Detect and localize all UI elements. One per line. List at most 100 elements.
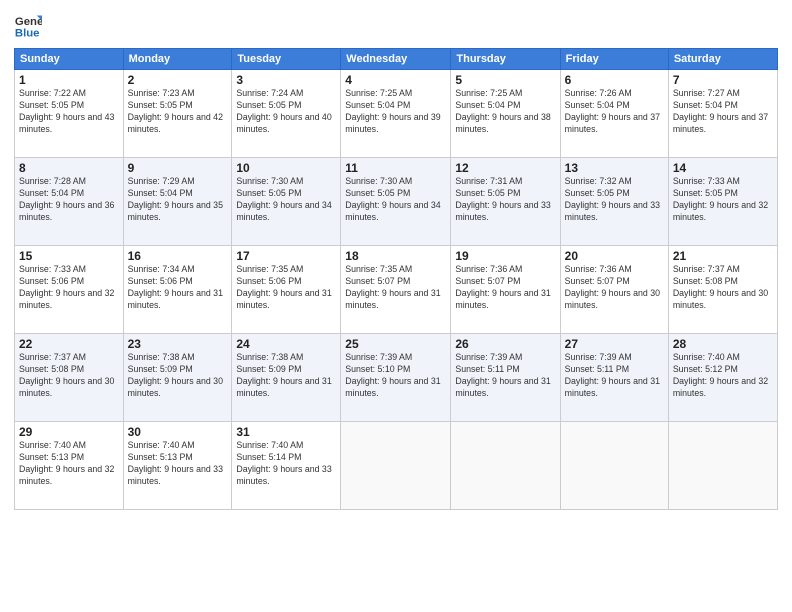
day-number: 15 — [19, 249, 119, 263]
day-cell: 5 Sunrise: 7:25 AMSunset: 5:04 PMDayligh… — [451, 70, 560, 158]
day-detail: Sunrise: 7:39 AMSunset: 5:10 PMDaylight:… — [345, 352, 446, 400]
day-detail: Sunrise: 7:33 AMSunset: 5:06 PMDaylight:… — [19, 264, 119, 312]
svg-text:Blue: Blue — [15, 28, 40, 40]
day-detail: Sunrise: 7:27 AMSunset: 5:04 PMDaylight:… — [673, 88, 773, 136]
day-number: 26 — [455, 337, 555, 351]
page-container: General Blue SundayMondayTuesdayWednesda… — [0, 0, 792, 612]
week-row-1: 1 Sunrise: 7:22 AMSunset: 5:05 PMDayligh… — [15, 70, 778, 158]
weekday-header-sunday: Sunday — [15, 49, 124, 70]
header: General Blue — [14, 12, 778, 40]
day-detail: Sunrise: 7:30 AMSunset: 5:05 PMDaylight:… — [236, 176, 336, 224]
day-cell: 6 Sunrise: 7:26 AMSunset: 5:04 PMDayligh… — [560, 70, 668, 158]
day-cell: 22 Sunrise: 7:37 AMSunset: 5:08 PMDaylig… — [15, 334, 124, 422]
day-detail: Sunrise: 7:32 AMSunset: 5:05 PMDaylight:… — [565, 176, 664, 224]
day-detail: Sunrise: 7:40 AMSunset: 5:13 PMDaylight:… — [128, 440, 228, 488]
day-number: 21 — [673, 249, 773, 263]
day-number: 17 — [236, 249, 336, 263]
day-cell: 11 Sunrise: 7:30 AMSunset: 5:05 PMDaylig… — [341, 158, 451, 246]
day-detail: Sunrise: 7:37 AMSunset: 5:08 PMDaylight:… — [19, 352, 119, 400]
week-row-5: 29 Sunrise: 7:40 AMSunset: 5:13 PMDaylig… — [15, 422, 778, 510]
day-number: 23 — [128, 337, 228, 351]
day-cell: 29 Sunrise: 7:40 AMSunset: 5:13 PMDaylig… — [15, 422, 124, 510]
day-cell: 19 Sunrise: 7:36 AMSunset: 5:07 PMDaylig… — [451, 246, 560, 334]
day-detail: Sunrise: 7:30 AMSunset: 5:05 PMDaylight:… — [345, 176, 446, 224]
day-cell: 17 Sunrise: 7:35 AMSunset: 5:06 PMDaylig… — [232, 246, 341, 334]
day-detail: Sunrise: 7:34 AMSunset: 5:06 PMDaylight:… — [128, 264, 228, 312]
day-cell: 16 Sunrise: 7:34 AMSunset: 5:06 PMDaylig… — [123, 246, 232, 334]
day-detail: Sunrise: 7:36 AMSunset: 5:07 PMDaylight:… — [565, 264, 664, 312]
day-number: 12 — [455, 161, 555, 175]
day-cell: 9 Sunrise: 7:29 AMSunset: 5:04 PMDayligh… — [123, 158, 232, 246]
day-detail: Sunrise: 7:40 AMSunset: 5:14 PMDaylight:… — [236, 440, 336, 488]
day-number: 29 — [19, 425, 119, 439]
day-cell: 13 Sunrise: 7:32 AMSunset: 5:05 PMDaylig… — [560, 158, 668, 246]
day-cell: 1 Sunrise: 7:22 AMSunset: 5:05 PMDayligh… — [15, 70, 124, 158]
day-cell — [341, 422, 451, 510]
day-number: 1 — [19, 73, 119, 87]
day-cell: 18 Sunrise: 7:35 AMSunset: 5:07 PMDaylig… — [341, 246, 451, 334]
day-cell: 15 Sunrise: 7:33 AMSunset: 5:06 PMDaylig… — [15, 246, 124, 334]
day-number: 20 — [565, 249, 664, 263]
day-detail: Sunrise: 7:38 AMSunset: 5:09 PMDaylight:… — [236, 352, 336, 400]
day-number: 27 — [565, 337, 664, 351]
logo: General Blue — [14, 12, 42, 40]
day-number: 6 — [565, 73, 664, 87]
week-row-4: 22 Sunrise: 7:37 AMSunset: 5:08 PMDaylig… — [15, 334, 778, 422]
day-number: 9 — [128, 161, 228, 175]
day-cell: 31 Sunrise: 7:40 AMSunset: 5:14 PMDaylig… — [232, 422, 341, 510]
day-detail: Sunrise: 7:25 AMSunset: 5:04 PMDaylight:… — [345, 88, 446, 136]
day-detail: Sunrise: 7:31 AMSunset: 5:05 PMDaylight:… — [455, 176, 555, 224]
day-number: 4 — [345, 73, 446, 87]
day-cell — [668, 422, 777, 510]
logo-icon: General Blue — [14, 12, 42, 40]
day-number: 25 — [345, 337, 446, 351]
svg-text:General: General — [15, 16, 42, 28]
day-number: 30 — [128, 425, 228, 439]
day-cell: 21 Sunrise: 7:37 AMSunset: 5:08 PMDaylig… — [668, 246, 777, 334]
day-number: 8 — [19, 161, 119, 175]
day-cell: 26 Sunrise: 7:39 AMSunset: 5:11 PMDaylig… — [451, 334, 560, 422]
day-cell: 30 Sunrise: 7:40 AMSunset: 5:13 PMDaylig… — [123, 422, 232, 510]
day-cell: 7 Sunrise: 7:27 AMSunset: 5:04 PMDayligh… — [668, 70, 777, 158]
day-cell: 28 Sunrise: 7:40 AMSunset: 5:12 PMDaylig… — [668, 334, 777, 422]
day-detail: Sunrise: 7:33 AMSunset: 5:05 PMDaylight:… — [673, 176, 773, 224]
day-cell: 14 Sunrise: 7:33 AMSunset: 5:05 PMDaylig… — [668, 158, 777, 246]
day-detail: Sunrise: 7:29 AMSunset: 5:04 PMDaylight:… — [128, 176, 228, 224]
week-row-3: 15 Sunrise: 7:33 AMSunset: 5:06 PMDaylig… — [15, 246, 778, 334]
day-detail: Sunrise: 7:39 AMSunset: 5:11 PMDaylight:… — [565, 352, 664, 400]
day-cell: 10 Sunrise: 7:30 AMSunset: 5:05 PMDaylig… — [232, 158, 341, 246]
day-cell: 23 Sunrise: 7:38 AMSunset: 5:09 PMDaylig… — [123, 334, 232, 422]
day-detail: Sunrise: 7:23 AMSunset: 5:05 PMDaylight:… — [128, 88, 228, 136]
day-detail: Sunrise: 7:39 AMSunset: 5:11 PMDaylight:… — [455, 352, 555, 400]
weekday-header-monday: Monday — [123, 49, 232, 70]
day-detail: Sunrise: 7:37 AMSunset: 5:08 PMDaylight:… — [673, 264, 773, 312]
day-detail: Sunrise: 7:35 AMSunset: 5:07 PMDaylight:… — [345, 264, 446, 312]
day-cell: 25 Sunrise: 7:39 AMSunset: 5:10 PMDaylig… — [341, 334, 451, 422]
day-number: 10 — [236, 161, 336, 175]
day-number: 5 — [455, 73, 555, 87]
day-detail: Sunrise: 7:35 AMSunset: 5:06 PMDaylight:… — [236, 264, 336, 312]
day-detail: Sunrise: 7:25 AMSunset: 5:04 PMDaylight:… — [455, 88, 555, 136]
day-cell: 2 Sunrise: 7:23 AMSunset: 5:05 PMDayligh… — [123, 70, 232, 158]
day-number: 19 — [455, 249, 555, 263]
day-number: 24 — [236, 337, 336, 351]
day-cell: 4 Sunrise: 7:25 AMSunset: 5:04 PMDayligh… — [341, 70, 451, 158]
day-number: 13 — [565, 161, 664, 175]
week-row-2: 8 Sunrise: 7:28 AMSunset: 5:04 PMDayligh… — [15, 158, 778, 246]
day-number: 16 — [128, 249, 228, 263]
weekday-header-friday: Friday — [560, 49, 668, 70]
day-detail: Sunrise: 7:26 AMSunset: 5:04 PMDaylight:… — [565, 88, 664, 136]
day-detail: Sunrise: 7:24 AMSunset: 5:05 PMDaylight:… — [236, 88, 336, 136]
day-cell: 3 Sunrise: 7:24 AMSunset: 5:05 PMDayligh… — [232, 70, 341, 158]
day-number: 7 — [673, 73, 773, 87]
day-number: 31 — [236, 425, 336, 439]
day-number: 11 — [345, 161, 446, 175]
day-detail: Sunrise: 7:40 AMSunset: 5:12 PMDaylight:… — [673, 352, 773, 400]
day-cell: 20 Sunrise: 7:36 AMSunset: 5:07 PMDaylig… — [560, 246, 668, 334]
day-number: 2 — [128, 73, 228, 87]
day-detail: Sunrise: 7:38 AMSunset: 5:09 PMDaylight:… — [128, 352, 228, 400]
weekday-header-row: SundayMondayTuesdayWednesdayThursdayFrid… — [15, 49, 778, 70]
day-number: 14 — [673, 161, 773, 175]
day-detail: Sunrise: 7:40 AMSunset: 5:13 PMDaylight:… — [19, 440, 119, 488]
day-number: 28 — [673, 337, 773, 351]
